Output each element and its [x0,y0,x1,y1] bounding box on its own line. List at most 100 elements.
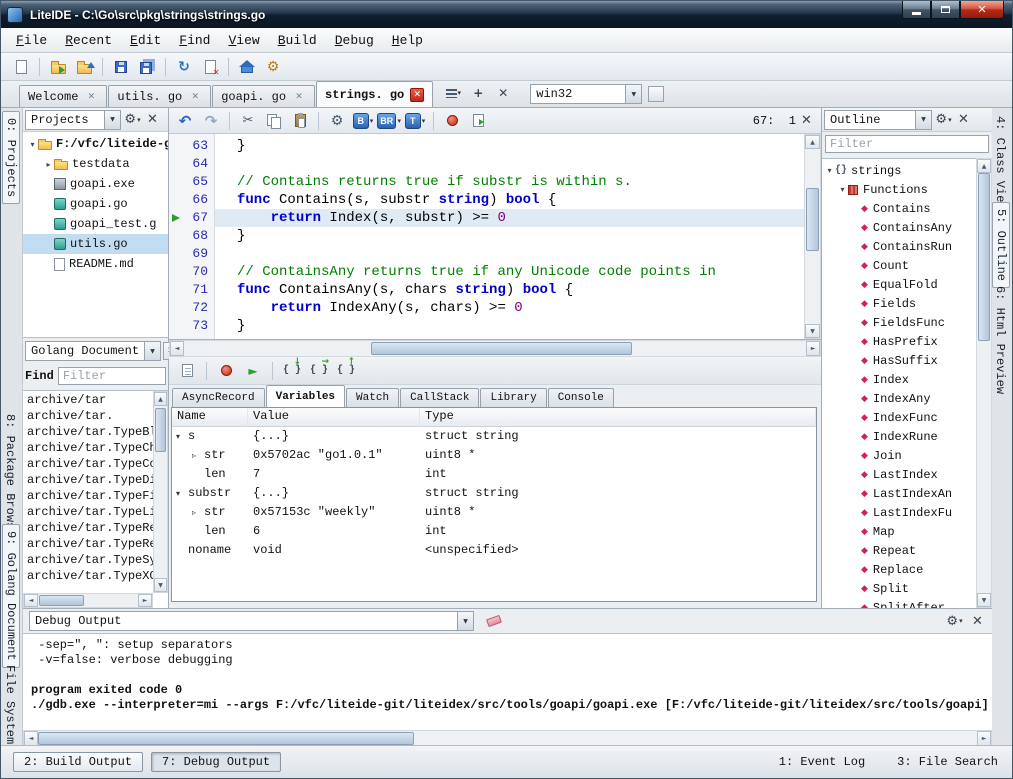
document-item-archive-tar-typeco[interactable]: archive/tar.TypeCo [23,456,153,472]
combo-dropdown-icon[interactable]: ▼ [104,111,120,129]
scrollbar-thumb[interactable] [371,342,632,355]
output-content[interactable]: -sep=", ": setup separators -v=false: ve… [23,633,992,731]
dock-tab-9-golang-document[interactable]: 9: Golang Document [2,524,20,668]
document-item-archive-tar-typefifo[interactable]: archive/tar.TypeFifo [23,488,153,504]
line-number-64[interactable]: 64 [169,155,214,173]
tab-welcome[interactable]: Welcome✕ [19,85,107,107]
line-number-66[interactable]: 66 [169,191,214,209]
close-tab-button[interactable]: ✕ [494,84,512,102]
document-item-archive-tar[interactable]: archive/tar. [23,408,153,424]
expander-icon[interactable]: ▾ [27,140,38,149]
outline-item-hassuffix[interactable]: ◆HasSuffix [822,351,976,370]
combo-dropdown-icon[interactable]: ▼ [457,612,473,630]
code-line-69[interactable] [215,245,804,263]
outline-view-combo[interactable]: Outline ▼ [824,110,932,130]
step-out-button[interactable] [334,359,358,383]
combo-dropdown-icon[interactable]: ▼ [625,85,641,103]
outline-item-join[interactable]: ◆Join [822,446,976,465]
line-number-67[interactable]: 67 [169,209,214,227]
code-line-73[interactable]: } [215,317,804,335]
document-view-combo[interactable]: Golang Document ▼ [25,341,161,361]
expander-icon[interactable]: ▾ [837,185,848,194]
dock-tab-file-system[interactable]: File System [2,659,18,750]
expander-icon[interactable]: ▸ [43,160,54,169]
outline-item-split[interactable]: ◆Split [822,579,976,598]
scroll-right-icon[interactable]: ► [138,594,152,607]
clear-output-button[interactable] [482,609,506,633]
scroll-down-icon[interactable]: ▼ [977,593,991,607]
project-item-goapi-exe[interactable]: goapi.exe [23,174,168,194]
project-item-testdata[interactable]: ▸testdata [23,154,168,174]
debug-tab-asyncrecord[interactable]: AsyncRecord [172,388,265,407]
editor-vscrollbar[interactable]: ▲▼ [804,134,821,339]
outline-item-fields[interactable]: ◆Fields [822,294,976,313]
expander-icon[interactable]: ▾ [824,166,835,175]
close-file-button[interactable] [198,55,222,79]
outline-filter-input[interactable] [825,135,989,153]
dock-tab-0-projects[interactable]: 0: Projects [2,111,20,204]
cut-button[interactable] [236,109,260,133]
scrollbar-track[interactable] [184,341,806,356]
editor-config-button[interactable] [325,109,349,133]
status-button-7-debug-output[interactable]: 7: Debug Output [151,752,281,772]
projects-menu-button[interactable]: ⚙▾ [124,111,141,129]
output-menu-button[interactable]: ⚙▾ [946,612,963,630]
outline-item-hasprefix[interactable]: ◆HasPrefix [822,332,976,351]
save-all-button[interactable] [135,55,159,79]
home-button[interactable] [235,55,259,79]
project-item-goapi-test-g[interactable]: goapi_test.g [23,214,168,234]
scroll-left-icon[interactable]: ◄ [24,594,38,607]
debug-tab-callstack[interactable]: CallStack [400,388,479,407]
build-menu-button[interactable]: B▾ [351,109,375,133]
line-number-68[interactable]: 68 [169,227,214,245]
tab-utils-go[interactable]: utils. go✕ [108,85,211,107]
scrollbar-track[interactable] [805,149,820,324]
outline-item-splitafter[interactable]: ◆SplitAfter [822,598,976,608]
editor-hscrollbar[interactable]: ◄► [169,340,821,357]
debug-tab-variables[interactable]: Variables [266,385,345,407]
scroll-left-icon[interactable]: ◄ [170,341,184,356]
document-list-hscrollbar[interactable]: ◄► [23,593,153,608]
open-project-button[interactable] [72,55,96,79]
open-folder-button[interactable] [46,55,70,79]
tab-close-icon[interactable]: ✕ [84,90,98,104]
outline-item-lastindexan[interactable]: ◆LastIndexAn [822,484,976,503]
code-line-64[interactable] [215,155,804,173]
expander-icon[interactable]: ▾ [176,427,188,446]
scroll-left-icon[interactable]: ◄ [24,731,38,746]
test-menu-button[interactable]: T▾ [403,109,427,133]
variable-row-len[interactable]: len6int [172,522,816,541]
line-number-72[interactable]: 72 [169,299,214,317]
show-current-line-button[interactable] [175,359,199,383]
env-settings-button[interactable] [648,86,664,102]
step-over-button[interactable] [307,359,331,383]
menu-find[interactable]: Find [170,30,219,51]
outline-item-containsany[interactable]: ◆ContainsAny [822,218,976,237]
line-number-73[interactable]: 73 [169,317,214,335]
menu-recent[interactable]: Recent [56,30,121,51]
code-line-71[interactable]: func ContainsAny(s, chars string) bool { [215,281,804,299]
document-item-archive-tar-typeblo[interactable]: archive/tar.TypeBlo [23,424,153,440]
document-item-archive-tar-typexg[interactable]: archive/tar.TypeXG [23,568,153,584]
document-item-archive-tar-typelin[interactable]: archive/tar.TypeLin [23,504,153,520]
outline-item-lastindex[interactable]: ◆LastIndex [822,465,976,484]
outline-item-repeat[interactable]: ◆Repeat [822,541,976,560]
scroll-up-icon[interactable]: ▲ [977,159,991,173]
tab-strings-go[interactable]: strings. go✕ [316,81,433,107]
tab-goapi-go[interactable]: goapi. go✕ [212,85,315,107]
target-combo[interactable]: win32 ▼ [530,84,642,104]
step-into-button[interactable] [280,359,304,383]
variable-row-len[interactable]: len7int [172,465,816,484]
line-number-71[interactable]: 71 [169,281,214,299]
goto-line-button[interactable] [466,109,490,133]
scrollbar-track[interactable] [38,731,977,746]
stop-debug-button[interactable] [214,359,238,383]
editor-code[interactable]: }// Contains returns true if substr is w… [215,134,804,339]
column-header-type[interactable]: Type [420,408,816,426]
titlebar[interactable]: LiteIDE - C:\Go\src\pkg\strings\strings.… [1,1,1012,28]
projects-close-button[interactable]: ✕ [144,111,161,129]
scrollbar-track[interactable] [154,406,167,578]
scroll-right-icon[interactable]: ► [806,341,820,356]
dock-tab-5-outline[interactable]: 5: Outline [992,202,1010,288]
reload-file-button[interactable] [172,55,196,79]
